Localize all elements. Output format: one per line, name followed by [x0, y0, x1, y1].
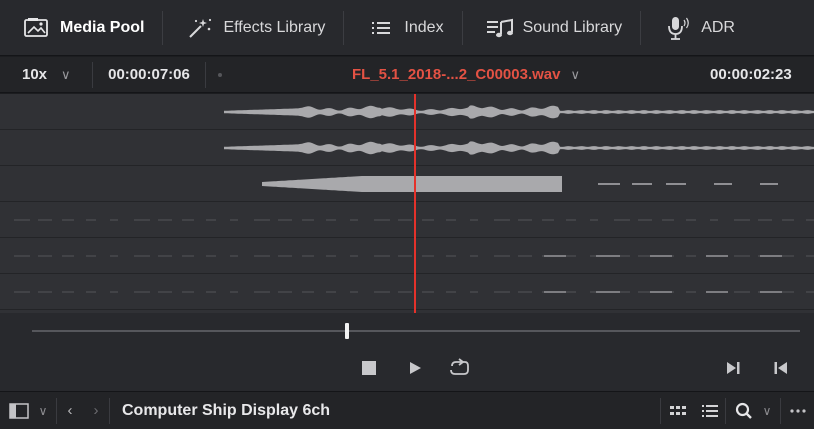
audio-channel-track [0, 94, 814, 130]
chevron-down-icon: ∨ [570, 66, 580, 82]
clip-name-dropdown[interactable]: FL_5.1_2018-...2_C00003.wav ∨ [222, 66, 710, 83]
tab-adr[interactable]: ADR [641, 7, 753, 49]
tab-label: Index [404, 18, 444, 36]
loop-button[interactable] [446, 356, 472, 380]
play-icon [410, 362, 421, 374]
waveform [14, 219, 814, 221]
sidebar-toggle-button[interactable]: ∨ [0, 392, 56, 429]
audio-channel-track [0, 166, 814, 202]
tab-sound-library[interactable]: Sound Library [463, 7, 641, 49]
stop-button[interactable] [358, 357, 380, 379]
clip-header: 10x ∨ 00:00:07:06 FL_5.1_2018-...2_C0000… [0, 57, 814, 93]
list-view-icon [702, 404, 718, 417]
loop-icon [450, 358, 469, 375]
microphone-icon [663, 16, 693, 40]
search-icon [735, 402, 752, 419]
bottom-bar: ∨ ‹ › Computer Ship Display 6ch ∨ [0, 391, 814, 429]
scrub-bar[interactable] [32, 330, 800, 332]
chevron-down-icon: ∨ [38, 403, 48, 418]
waveform [14, 291, 814, 293]
tab-label: Sound Library [522, 18, 623, 36]
tab-media-pool[interactable]: Media Pool [0, 7, 162, 49]
index-list-icon [366, 16, 396, 40]
source-timecode: 00:00:07:06 [108, 66, 190, 83]
forward-button[interactable]: › [83, 392, 109, 429]
effects-wand-icon [185, 16, 215, 40]
jump-to-end-button[interactable] [722, 357, 744, 379]
zoom-dropdown[interactable]: 10x ∨ [0, 57, 92, 92]
sound-library-icon [485, 16, 515, 40]
chevron-down-icon: ∨ [61, 66, 71, 82]
tab-label: Effects Library [223, 18, 326, 36]
transport-controls [0, 313, 814, 391]
media-pool-icon [22, 16, 52, 40]
audio-channel-track [0, 238, 814, 274]
waveform [14, 255, 814, 257]
jump-to-end-icon [727, 362, 740, 374]
chevron-down-icon: ∨ [762, 403, 772, 418]
more-options-button[interactable] [781, 392, 814, 429]
zoom-value: 10x [22, 66, 48, 83]
tab-label: ADR [701, 18, 735, 36]
divider [205, 61, 206, 88]
waveform-viewer[interactable] [0, 94, 814, 313]
sidebar-toggle-icon [8, 402, 29, 419]
jump-to-start-button[interactable] [770, 357, 792, 379]
audio-channel-track [0, 274, 814, 310]
tab-effects-library[interactable]: Effects Library [163, 7, 343, 49]
grid-view-button[interactable] [661, 392, 695, 429]
more-options-icon [789, 408, 806, 413]
chevron-right-icon: › [93, 402, 99, 419]
waveform [224, 105, 814, 119]
list-view-button[interactable] [695, 392, 725, 429]
bin-title: Computer Ship Display 6ch [122, 401, 331, 419]
chevron-left-icon: ‹ [67, 402, 73, 419]
audio-channel-track [0, 202, 814, 238]
grid-view-icon [670, 405, 686, 415]
play-button[interactable] [404, 357, 426, 379]
scrub-handle[interactable] [344, 323, 349, 339]
back-button[interactable]: ‹ [57, 392, 83, 429]
panel-tab-bar: Media Pool Effects Library Index Sound L… [0, 0, 814, 56]
audio-channel-track [0, 130, 814, 166]
playhead[interactable] [414, 94, 416, 313]
tab-index[interactable]: Index [344, 7, 461, 49]
waveform [262, 176, 778, 192]
search-button[interactable]: ∨ [726, 392, 780, 429]
clip-name: FL_5.1_2018-...2_C00003.wav [352, 66, 561, 83]
stop-icon [362, 361, 376, 375]
playhead-timecode: 00:00:02:23 [710, 66, 792, 83]
waveform [224, 141, 814, 155]
jump-to-start-icon [774, 362, 787, 374]
tab-label: Media Pool [60, 18, 145, 36]
